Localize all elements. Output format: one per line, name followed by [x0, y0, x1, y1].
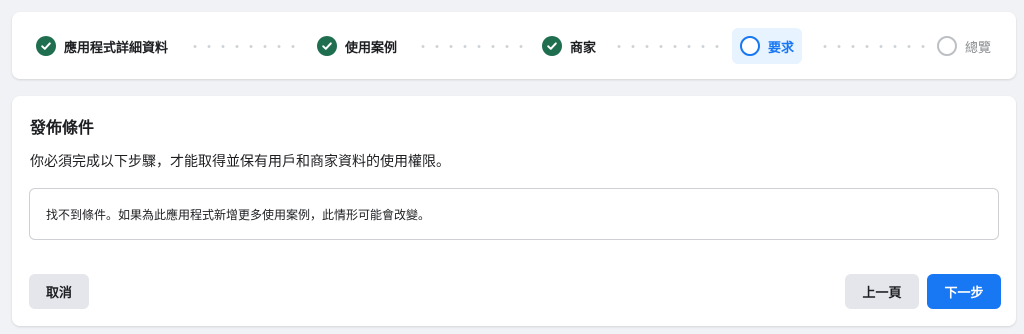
- step-label: 總覽: [965, 40, 992, 56]
- checkmark-icon: [36, 36, 56, 56]
- progress-stepper: 應用程式詳細資料 使用案例 商家 要求 總覽: [12, 12, 1016, 79]
- section-title: 發佈條件: [30, 118, 95, 137]
- step-label: 使用案例: [345, 40, 398, 56]
- cancel-button[interactable]: 取消: [29, 274, 89, 309]
- circle-icon: [937, 36, 957, 56]
- step-requirements[interactable]: 要求: [732, 28, 803, 64]
- step-app-details[interactable]: 應用程式詳細資料: [36, 28, 168, 64]
- step-business[interactable]: 商家: [542, 28, 596, 64]
- step-label: 商家: [570, 40, 597, 56]
- empty-requirements-notice: 找不到條件。如果為此應用程式新增更多使用案例，此情形可能會改變。: [29, 188, 999, 240]
- step-use-cases[interactable]: 使用案例: [317, 28, 397, 64]
- notice-text: 找不到條件。如果為此應用程式新增更多使用案例，此情形可能會改變。: [46, 207, 431, 222]
- step-label: 應用程式詳細資料: [64, 40, 169, 56]
- step-connector: [612, 45, 722, 48]
- requirements-panel: 發佈條件 你必須完成以下步驟，才能取得並保有用戶和商家資料的使用權限。 找不到條…: [12, 96, 1016, 326]
- step-connector: [188, 45, 302, 48]
- next-button[interactable]: 下一步: [927, 274, 1001, 309]
- section-description: 你必須完成以下步驟，才能取得並保有用戶和商家資料的使用權限。: [30, 154, 450, 170]
- step-connector: [416, 45, 528, 48]
- previous-button[interactable]: 上一頁: [845, 274, 919, 309]
- checkmark-icon: [542, 36, 562, 56]
- circle-icon: [740, 36, 760, 56]
- checkmark-icon: [317, 36, 337, 56]
- step-label: 要求: [768, 40, 795, 56]
- step-connector: [818, 45, 928, 48]
- step-overview[interactable]: 總覽: [937, 28, 991, 64]
